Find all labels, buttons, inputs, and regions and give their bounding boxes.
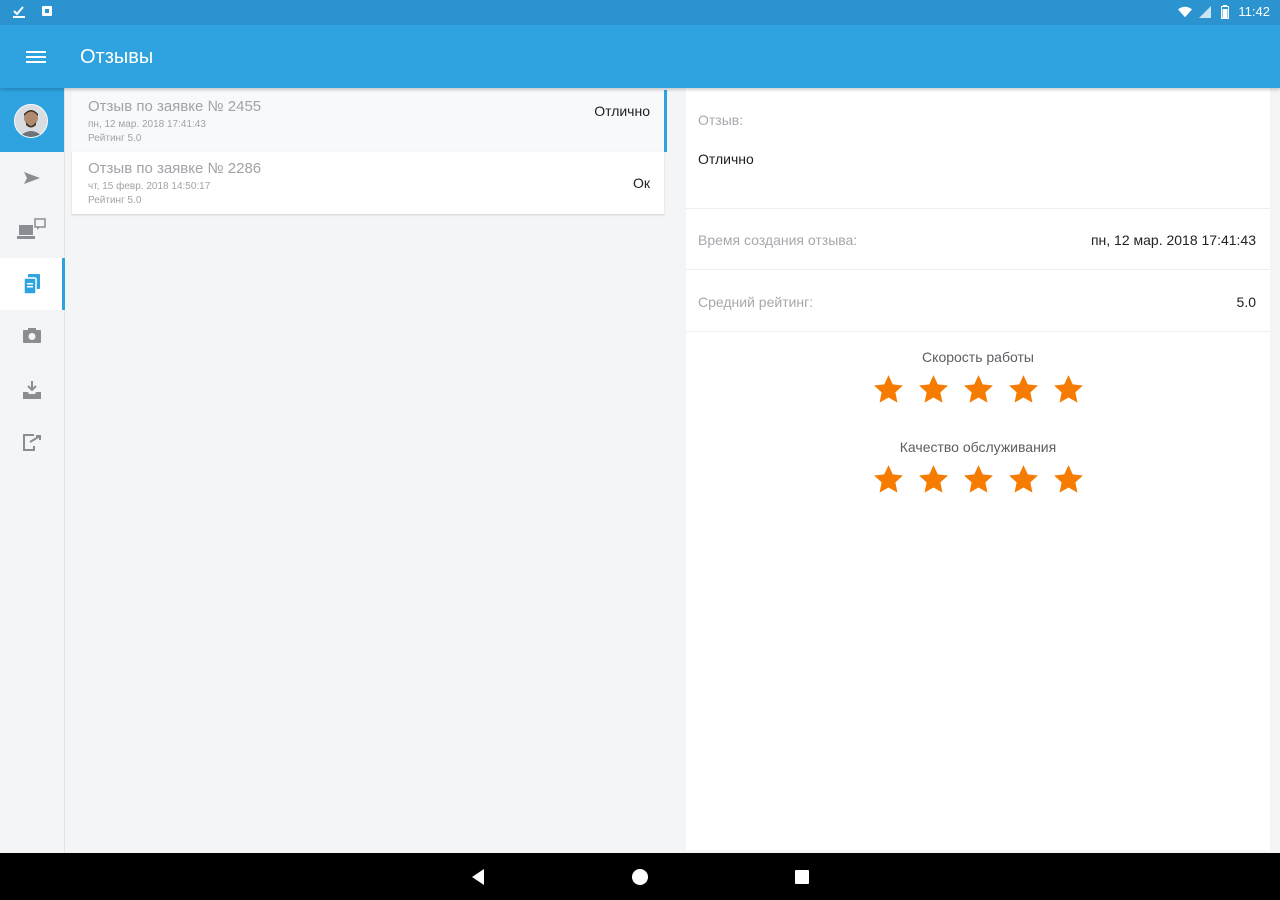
home-button[interactable] — [629, 866, 651, 888]
hamburger-menu-icon — [26, 51, 46, 63]
review-rating: Рейтинг 5.0 — [88, 133, 142, 144]
status-bar: 11:42 — [0, 0, 1280, 25]
sidebar-item-requests[interactable] — [0, 204, 64, 256]
rating-title: Качество обслуживания — [899, 439, 1057, 455]
review-label: Отзыв: — [698, 112, 744, 128]
documents-icon — [23, 274, 40, 295]
star-icon[interactable] — [1007, 373, 1040, 406]
wifi-icon — [1178, 5, 1193, 19]
average-rating-row: Средний рейтинг: 5.0 — [686, 270, 1270, 332]
review-detail-panel: Отзыв: Отлично Время создания отзыва: пн… — [686, 88, 1270, 850]
avg-rating-value: 5.0 — [1236, 294, 1256, 310]
star-icon[interactable] — [1052, 463, 1085, 496]
sidebar-item-logout[interactable] — [0, 416, 64, 468]
star-rating — [686, 373, 1270, 406]
signal-icon — [1198, 5, 1212, 19]
review-text: Отлично — [698, 151, 754, 167]
star-icon[interactable] — [872, 463, 905, 496]
download-done-icon — [12, 4, 26, 18]
page-title: Отзывы — [80, 46, 154, 68]
navigation-bar — [0, 853, 1280, 900]
computer-chat-icon — [17, 218, 46, 239]
notification-icon — [40, 4, 54, 18]
star-icon[interactable] — [1052, 373, 1085, 406]
exit-icon — [23, 434, 41, 451]
review-value: Ок — [632, 175, 650, 191]
home-circle-icon — [632, 869, 648, 885]
reviews-list: Отзыв по заявке № 2455 пн, 12 мар. 2018 … — [66, 88, 684, 853]
camera-box-icon — [23, 328, 41, 343]
sidebar-item-send[interactable] — [0, 152, 64, 204]
rating-speed: Скорость работы — [686, 349, 1270, 406]
created-value: пн, 12 мар. 2018 17:41:43 — [1090, 232, 1256, 248]
battery-icon — [1218, 4, 1232, 19]
avg-rating-label: Средний рейтинг: — [698, 294, 814, 310]
back-triangle-icon — [472, 869, 484, 885]
app-bar: Отзывы — [0, 25, 1280, 88]
review-value: Отлично — [594, 103, 650, 119]
sidebar-item-inbox[interactable] — [0, 364, 64, 416]
star-rating — [686, 463, 1270, 496]
star-icon[interactable] — [917, 463, 950, 496]
review-rating: Рейтинг 5.0 — [88, 195, 142, 206]
recents-square-icon — [795, 870, 809, 884]
list-item[interactable]: Отзыв по заявке № 2286 чт, 15 февр. 2018… — [72, 152, 664, 214]
avatar — [14, 104, 48, 138]
star-icon[interactable] — [917, 373, 950, 406]
menu-button[interactable] — [20, 44, 52, 70]
created-time-row: Время создания отзыва: пн, 12 мар. 2018 … — [686, 209, 1270, 270]
review-date: чт, 15 февр. 2018 14:50:17 — [88, 181, 211, 192]
star-icon[interactable] — [872, 373, 905, 406]
created-label: Время создания отзыва: — [698, 232, 858, 248]
sidebar-item-media[interactable] — [0, 310, 64, 362]
recents-button[interactable] — [791, 866, 813, 888]
rating-quality: Качество обслуживания — [686, 439, 1270, 496]
star-icon[interactable] — [962, 373, 995, 406]
review-text-section: Отзыв: Отлично — [686, 88, 1270, 209]
review-title: Отзыв по заявке № 2455 — [88, 98, 262, 115]
sidebar-item-reviews[interactable] — [0, 258, 65, 310]
sidebar-item-profile[interactable] — [0, 88, 64, 152]
inbox-download-icon — [23, 381, 41, 399]
star-icon[interactable] — [962, 463, 995, 496]
review-title: Отзыв по заявке № 2286 — [88, 160, 262, 177]
status-time: 11:42 — [1238, 4, 1270, 19]
rating-title: Скорость работы — [922, 349, 1034, 365]
star-icon[interactable] — [1007, 463, 1040, 496]
review-date: пн, 12 мар. 2018 17:41:43 — [88, 119, 206, 130]
list-item[interactable]: Отзыв по заявке № 2455 пн, 12 мар. 2018 … — [72, 90, 667, 152]
send-icon — [24, 172, 40, 184]
back-button[interactable] — [467, 866, 489, 888]
sidebar — [0, 88, 65, 853]
